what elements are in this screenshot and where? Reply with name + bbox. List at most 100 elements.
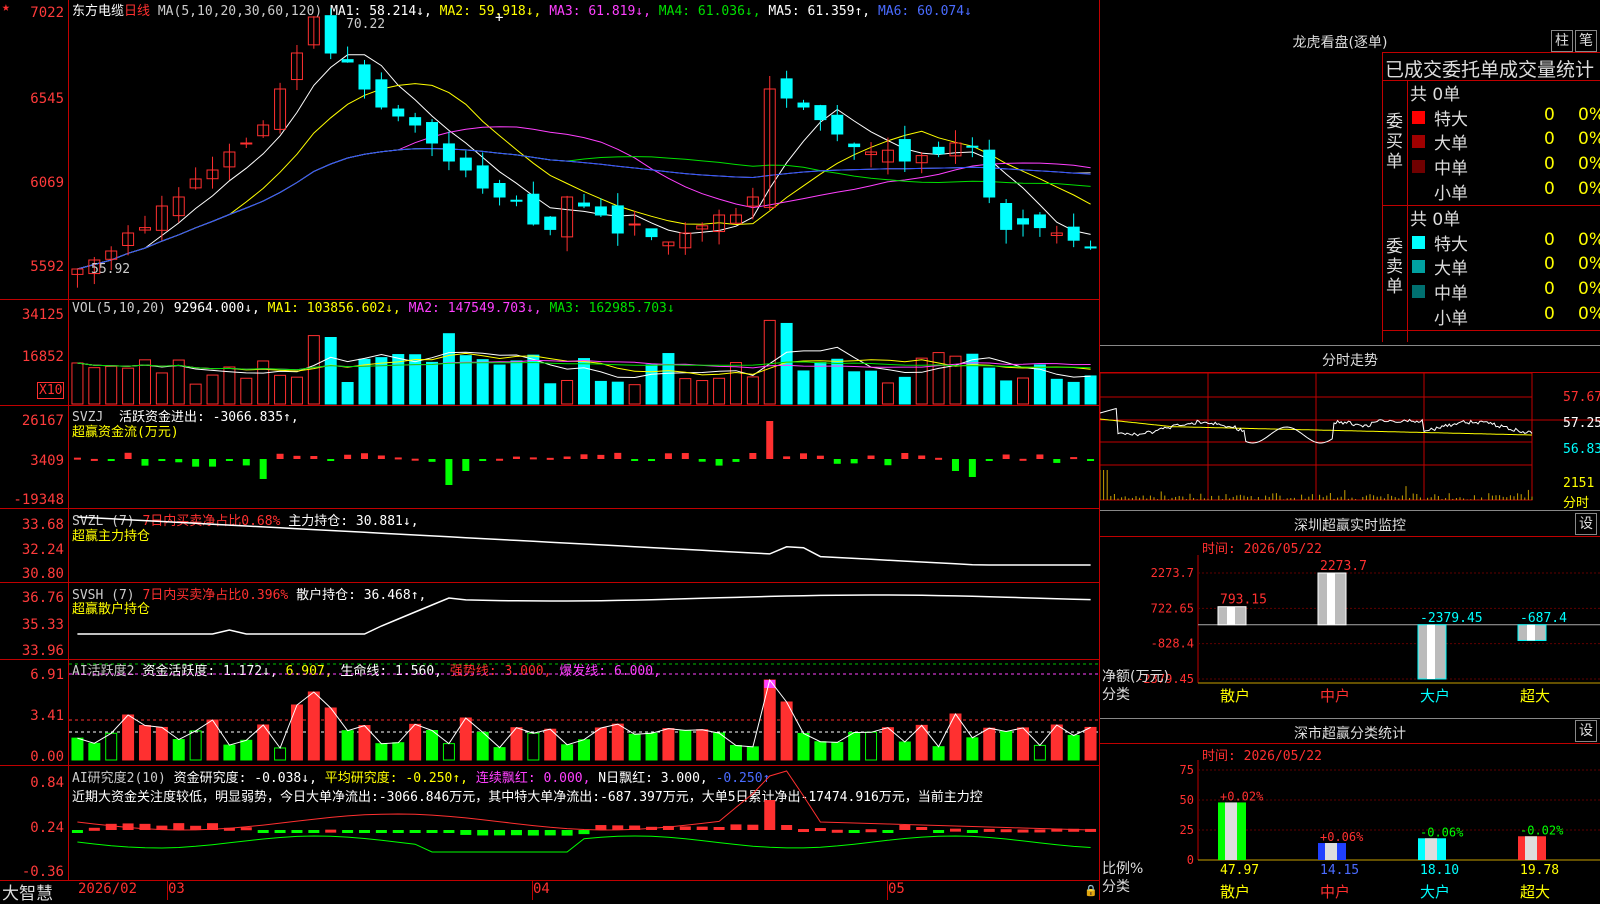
order-row[interactable]: 中单 0 0% [1410,154,1600,179]
volume-bar [814,362,827,405]
monitor-value-label: -2379.45 [1420,611,1483,626]
order-row[interactable]: 小单 0 0% [1410,304,1600,329]
flow-bar [1053,459,1061,463]
flow-bar [344,454,352,459]
flow-bar [833,459,841,464]
volume-bar [865,370,878,405]
research-bar [409,830,421,833]
svzl-y-label: 32.24 [21,542,64,558]
panel-divider [1100,510,1600,511]
volume-bar [713,377,726,405]
activity-bar [358,725,371,761]
order-row[interactable]: 小单 0 0% [1410,179,1600,204]
ai1-chart[interactable] [69,660,1099,765]
candle-body [848,143,861,148]
research-bar [933,830,945,833]
classify-x-unit: 分类 [1102,879,1130,895]
activity-bar [493,747,506,761]
research-bar [916,827,928,830]
intraday-chart[interactable] [1100,373,1600,509]
volume-bar [746,376,759,405]
flow-bar [901,453,909,459]
volume-bar [949,355,962,405]
activity-bar [122,714,135,761]
date-label: 2026/02 [78,881,138,897]
kline-y-label: 7022 [30,5,64,21]
activity-bar [561,744,574,761]
monitor-bar-highlight [1227,606,1235,625]
panel-divider [1100,536,1600,537]
research-bar [561,830,573,836]
order-count: 0 [1544,129,1555,149]
monitor-settings-button[interactable]: 设 [1575,513,1597,535]
svzl-chart[interactable] [69,509,1099,582]
flow-bar [360,453,368,459]
volume-bar [594,380,607,405]
research-bar [375,830,387,833]
activity-bar [746,746,759,761]
research-bar [325,829,337,833]
research-bar [679,826,691,830]
research-bar [308,830,320,833]
flow-bar [968,459,976,477]
volume-bar [578,358,590,405]
monitor-x-unit: 分类 [1102,687,1130,703]
activity-bar [392,742,405,761]
monitor-y-label: 722.65 [1151,601,1194,615]
research-bar [781,825,793,830]
candle-body [1017,218,1030,225]
flow-bar [175,459,183,463]
candle-body [645,228,658,238]
activity-bar [307,691,320,761]
research-bar [595,825,607,830]
research-bar [443,830,455,833]
vol-unit-badge[interactable]: X10 [37,382,65,399]
bar-mode-button[interactable]: 柱 [1551,30,1573,52]
lock-icon[interactable]: 🔒 [1084,884,1098,897]
lhb-divider [1382,52,1600,53]
volume-bar [679,378,692,405]
activity-bar [223,744,236,761]
classify-settings-button[interactable]: 设 [1575,720,1597,742]
order-row[interactable]: 大单 0 0% [1410,129,1600,154]
activity-bar [983,727,996,761]
flow-bar [985,459,993,461]
candle-body [932,146,945,155]
date-tick [532,881,533,900]
order-pct: 0% [1578,105,1600,125]
ai1-y-label: 0.00 [30,749,64,765]
svzj-chart[interactable] [69,406,1099,508]
research-bar [494,830,506,836]
flow-bar [293,455,301,459]
svsh-chart[interactable] [69,583,1099,659]
order-row[interactable]: 大单 0 0% [1410,254,1600,279]
activity-bar [527,732,540,761]
order-row[interactable]: 特大 0 0% [1410,230,1600,255]
monitor-chart[interactable]: 2273.7 722.65 -828.4 -2379.45 793.15 散户 2273.7… [1100,555,1600,715]
research-bar [460,830,472,835]
color-swatch [1412,285,1425,298]
order-row[interactable]: 中单 0 0% [1410,279,1600,304]
order-row[interactable]: 特大 0 0% [1410,105,1600,130]
vol-chart[interactable] [69,300,1099,405]
candle-body [476,165,489,189]
activity-bar [679,729,692,761]
volume-bar [1084,375,1097,405]
candle-body [442,143,455,162]
flow-bar [580,454,588,459]
candle-body [594,206,607,216]
flow-bar [276,453,284,459]
kline-chart[interactable]: 70.22 55.92 + [69,0,1099,299]
tick-mode-button[interactable]: 笔 [1575,30,1597,52]
flow-bar [648,459,656,461]
classify-change-label: +0.06% [1320,830,1364,844]
activity-line [77,678,1091,750]
flow-bar [698,459,706,462]
flow-bar [631,459,639,461]
intraday-vol-unit: 分时 [1563,496,1590,511]
classify-chart[interactable]: 75 50 25 0 +0.02% 47.97 散户 +0.06% 14.15 中户 -0.06% 1… [1100,760,1600,900]
activity-bar [290,704,303,761]
candle-body [392,108,405,117]
color-swatch [1412,160,1425,173]
ai2-chart[interactable] [69,766,1099,880]
